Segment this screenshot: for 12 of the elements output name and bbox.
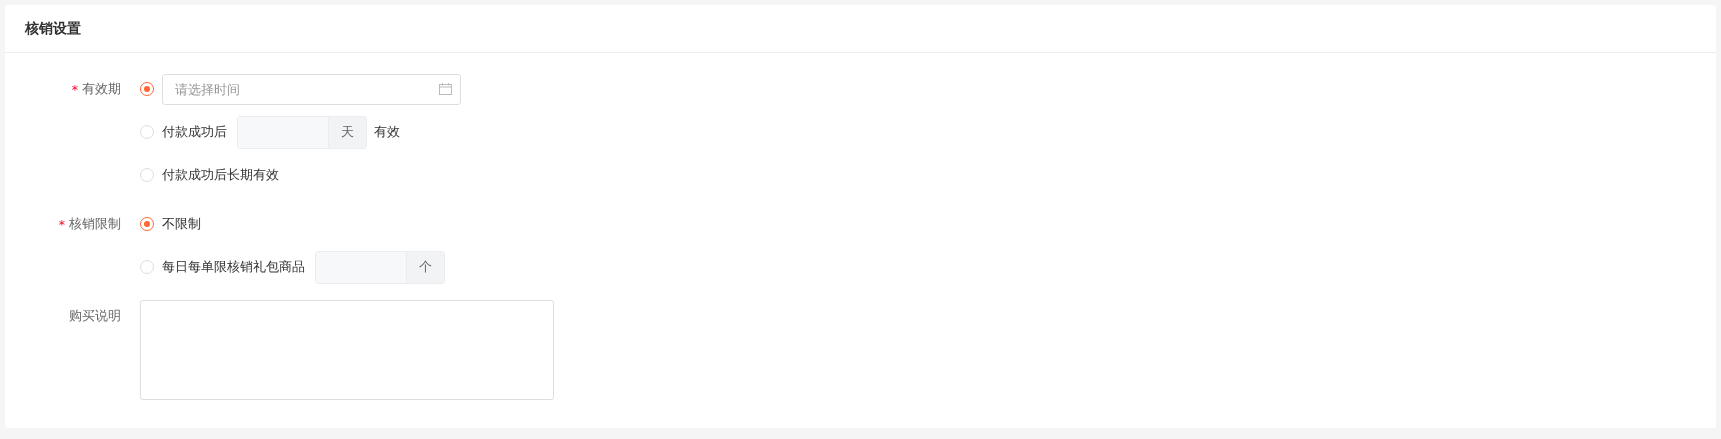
option-label[interactable]: 付款成功后长期有效 — [162, 166, 279, 184]
section-title: 核销设置 — [25, 19, 81, 38]
field-label: 购买说明 — [69, 308, 121, 325]
required-mark: * — [71, 81, 78, 97]
field-label: 有效期 — [82, 80, 121, 98]
calendar-icon — [439, 82, 452, 95]
text-area[interactable] — [140, 300, 554, 400]
option-label[interactable]: 不限制 — [162, 215, 201, 233]
field-label: 核销限制 — [69, 215, 121, 233]
suffix-text: 有效 — [374, 123, 400, 141]
required-mark: * — [58, 216, 65, 232]
date-field[interactable]: 请选择时间 — [162, 73, 461, 105]
